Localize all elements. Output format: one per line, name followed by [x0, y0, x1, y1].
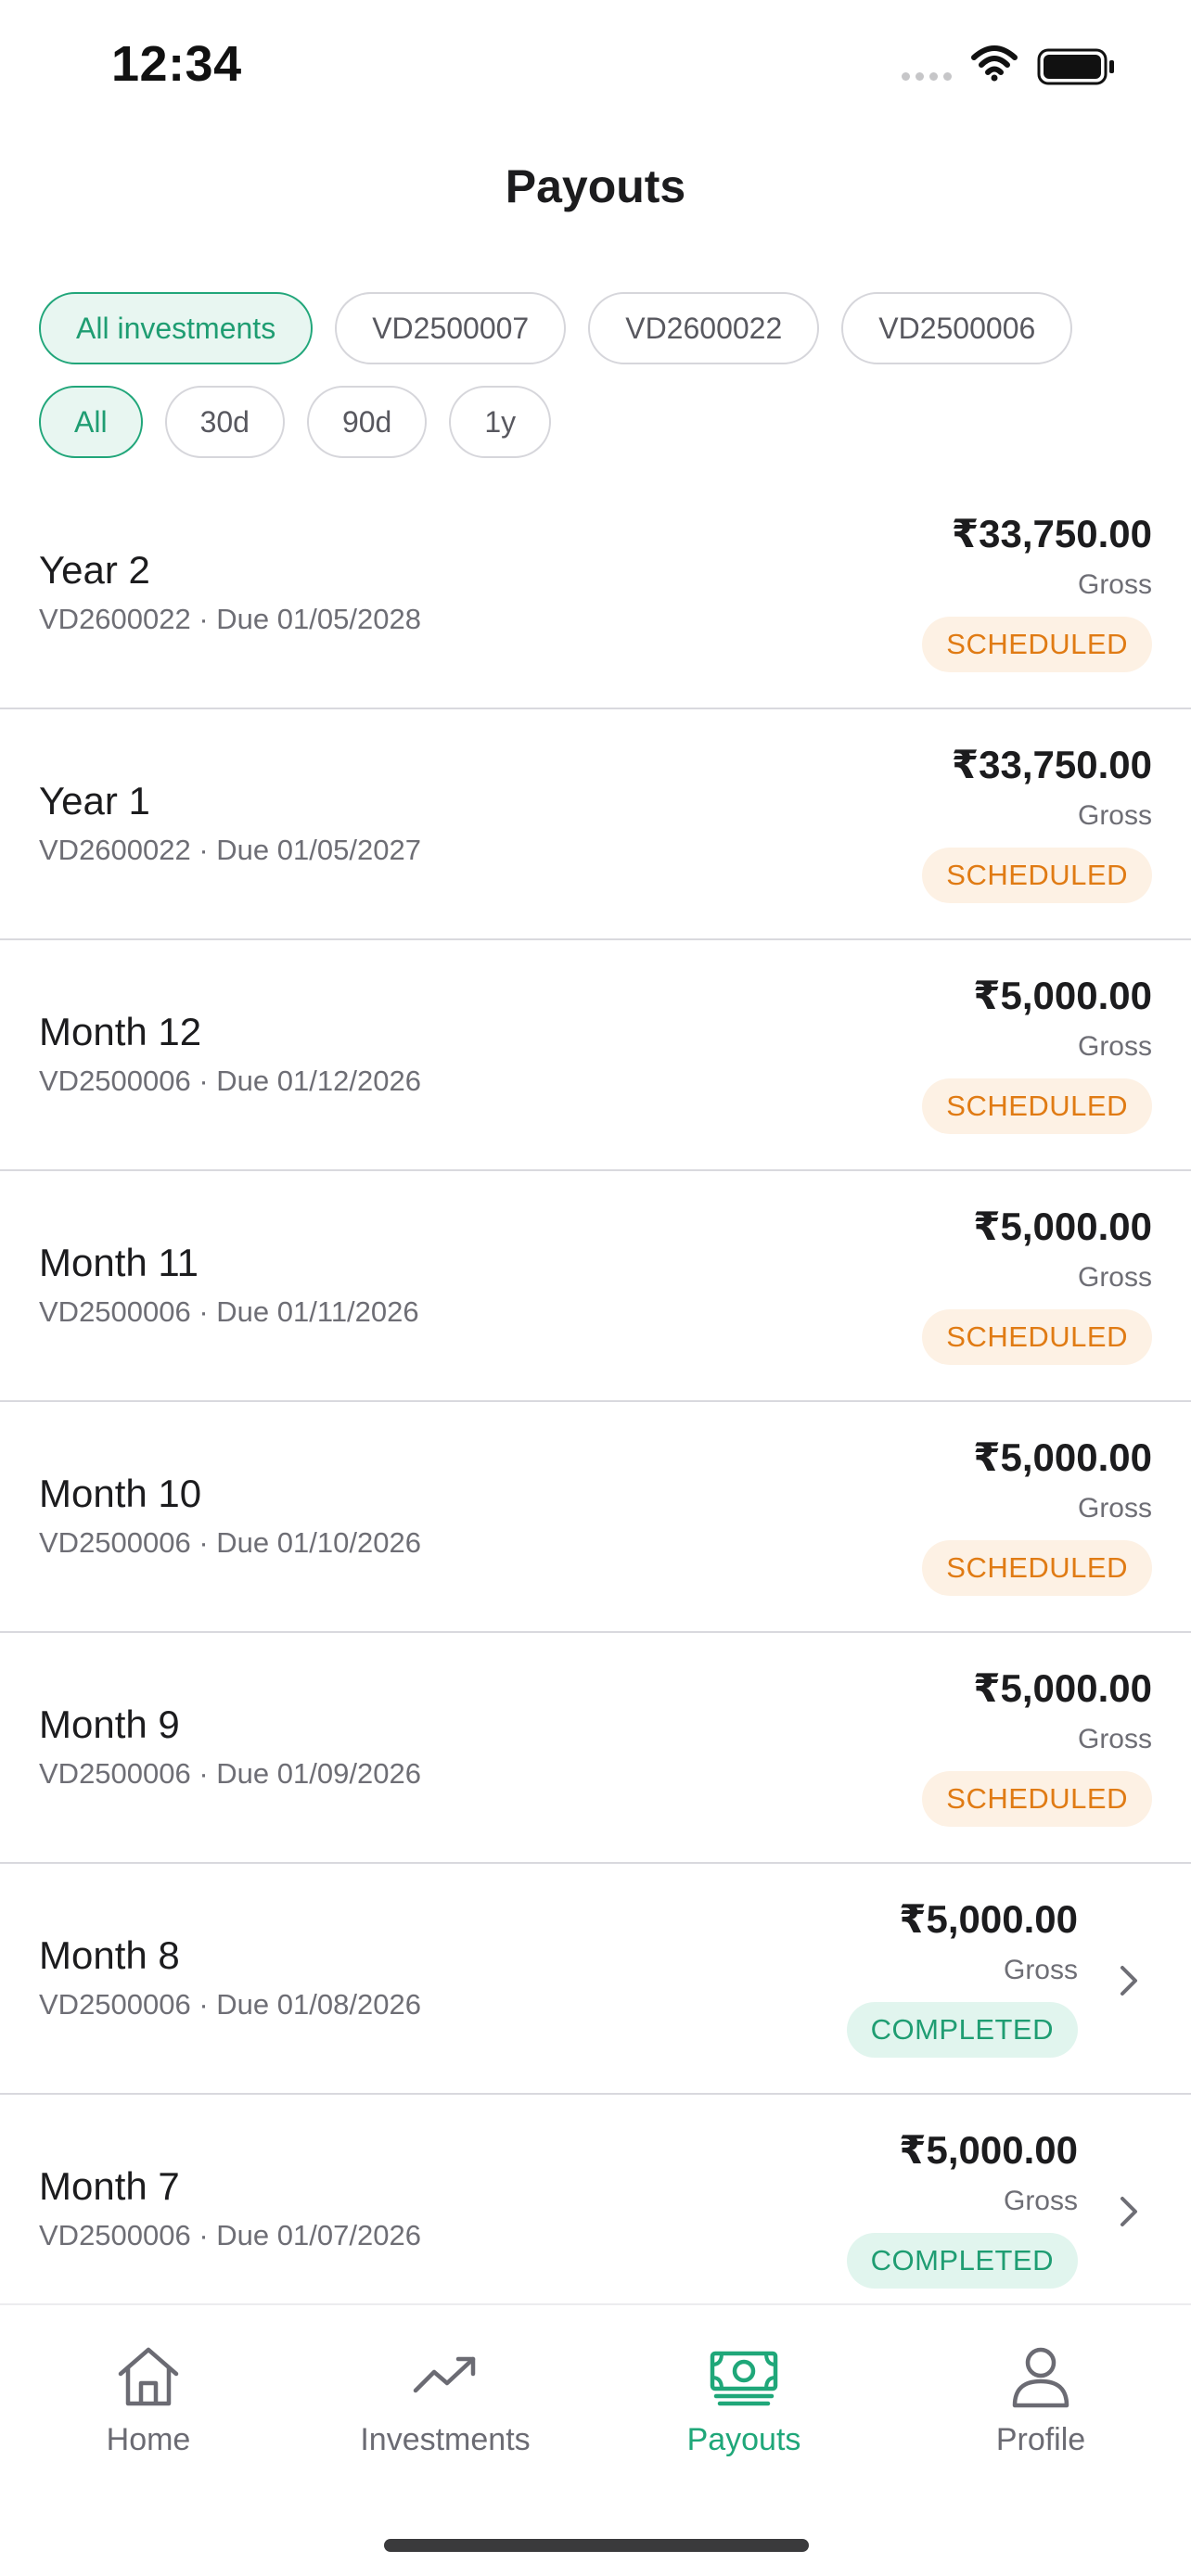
- tab-label: Payouts: [686, 2422, 801, 2457]
- payout-title: Month 8: [39, 1933, 180, 1977]
- payout-title: Year 2: [39, 548, 150, 592]
- payout-amount-type: Gross: [1077, 800, 1152, 832]
- payout-subtitle: VD2500006 · Due 01/07/2026: [39, 2219, 421, 2251]
- payout-title: Month 9: [39, 1702, 180, 1746]
- status-badge: SCHEDULED: [922, 617, 1152, 673]
- payout-amount-type: Gross: [1003, 2186, 1078, 2217]
- payout-title: Month 7: [39, 2164, 180, 2208]
- payout-row[interactable]: Month 10 VD2500006 · Due 01/10/2026 ₹5,0…: [0, 1402, 1191, 1633]
- page-title: Payouts: [505, 160, 686, 212]
- payout-row[interactable]: Year 2 VD2600022 · Due 01/05/2028 ₹33,75…: [0, 478, 1191, 709]
- payout-list: Year 2 VD2600022 · Due 01/05/2028 ₹33,75…: [0, 478, 1191, 2326]
- chevron-right-icon[interactable]: [1115, 1962, 1143, 1999]
- payout-subtitle: VD2600022 · Due 01/05/2027: [39, 834, 421, 866]
- payout-subtitle: VD2500006 · Due 01/08/2026: [39, 1988, 421, 2021]
- payout-amount: ₹5,000.00: [973, 1666, 1152, 1710]
- tab-home[interactable]: Home: [37, 2342, 260, 2458]
- payout-title: Month 12: [39, 1010, 202, 1053]
- payout-subtitle: VD2600022 · Due 01/05/2028: [39, 603, 421, 635]
- payout-subtitle: VD2500006 · Due 01/12/2026: [39, 1065, 421, 1097]
- status-badge: SCHEDULED: [922, 1309, 1152, 1366]
- investment-filter-row: All investments VD2500007 VD2600022 VD25…: [39, 292, 1073, 364]
- payout-row[interactable]: Year 1 VD2600022 · Due 01/05/2027 ₹33,75…: [0, 709, 1191, 940]
- payout-amount: ₹5,000.00: [899, 1897, 1078, 1941]
- status-badge: COMPLETED: [846, 2002, 1078, 2059]
- tab-label: Home: [106, 2422, 191, 2457]
- status-badge: SCHEDULED: [922, 848, 1152, 904]
- tab-label: Investments: [360, 2422, 531, 2457]
- home-icon: [118, 2347, 179, 2406]
- payout-amount: ₹5,000.00: [973, 1205, 1152, 1248]
- tab-label: Profile: [995, 2422, 1086, 2457]
- payout-row[interactable]: Month 11 VD2500006 · Due 01/11/2026 ₹5,0…: [0, 1171, 1191, 1402]
- payout-amount-type: Gross: [1077, 1262, 1152, 1294]
- payout-amount: ₹5,000.00: [899, 2128, 1078, 2172]
- chip-all-investments[interactable]: All investments: [39, 292, 314, 364]
- tab-profile[interactable]: Profile: [929, 2342, 1152, 2458]
- chip-period-1y[interactable]: 1y: [449, 386, 552, 458]
- tab-payouts[interactable]: Payouts: [633, 2342, 855, 2458]
- trending-up-icon: [413, 2356, 476, 2393]
- period-filter-row: All 30d 90d 1y: [39, 386, 552, 458]
- chip-vd2500007[interactable]: VD2500007: [335, 292, 567, 364]
- status-time: 12:34: [111, 36, 242, 92]
- payout-amount-type: Gross: [1077, 1493, 1152, 1524]
- status-badge: COMPLETED: [846, 2233, 1078, 2289]
- tab-bar: Home Investments Payouts Profile: [0, 2303, 1191, 2576]
- payout-amount: ₹5,000.00: [973, 1435, 1152, 1479]
- chip-period-30d[interactable]: 30d: [164, 386, 285, 458]
- payout-row[interactable]: Month 9 VD2500006 · Due 01/09/2026 ₹5,00…: [0, 1633, 1191, 1864]
- payout-amount-type: Gross: [1077, 569, 1152, 601]
- payout-title: Month 10: [39, 1472, 202, 1515]
- home-indicator[interactable]: [384, 2539, 809, 2552]
- payout-amount: ₹33,750.00: [951, 743, 1152, 786]
- payout-amount-type: Gross: [1003, 1955, 1078, 1986]
- status-badge: SCHEDULED: [922, 1078, 1152, 1135]
- cash-icon: [710, 2351, 778, 2406]
- payout-amount: ₹33,750.00: [951, 512, 1152, 555]
- payout-subtitle: VD2500006 · Due 01/11/2026: [39, 1295, 419, 1328]
- cellular-signal-icon: [902, 72, 952, 81]
- status-bar: 12:34: [0, 0, 1191, 130]
- payout-amount-type: Gross: [1077, 1724, 1152, 1755]
- payout-row[interactable]: Month 7 VD2500006 · Due 01/07/2026 ₹5,00…: [0, 2095, 1191, 2326]
- payout-amount: ₹5,000.00: [973, 974, 1152, 1017]
- payout-row[interactable]: Month 12 VD2500006 · Due 01/12/2026 ₹5,0…: [0, 940, 1191, 1171]
- payout-row[interactable]: Month 8 VD2500006 · Due 01/08/2026 ₹5,00…: [0, 1864, 1191, 2095]
- status-badge: SCHEDULED: [922, 1540, 1152, 1597]
- chip-vd2600022[interactable]: VD2600022: [588, 292, 820, 364]
- chip-period-90d[interactable]: 90d: [306, 386, 428, 458]
- payout-title: Month 11: [39, 1241, 198, 1284]
- chip-vd2500006[interactable]: VD2500006: [841, 292, 1073, 364]
- battery-icon: [1037, 48, 1114, 85]
- person-icon: [1012, 2347, 1069, 2408]
- payout-title: Year 1: [39, 779, 150, 823]
- wifi-icon: [971, 45, 1018, 82]
- chevron-right-icon[interactable]: [1115, 2193, 1143, 2230]
- payout-amount-type: Gross: [1077, 1031, 1152, 1063]
- tab-investments[interactable]: Investments: [334, 2342, 557, 2458]
- status-badge: SCHEDULED: [922, 1771, 1152, 1828]
- payout-subtitle: VD2500006 · Due 01/09/2026: [39, 1757, 421, 1790]
- payout-subtitle: VD2500006 · Due 01/10/2026: [39, 1526, 421, 1559]
- chip-period-all[interactable]: All: [39, 386, 143, 458]
